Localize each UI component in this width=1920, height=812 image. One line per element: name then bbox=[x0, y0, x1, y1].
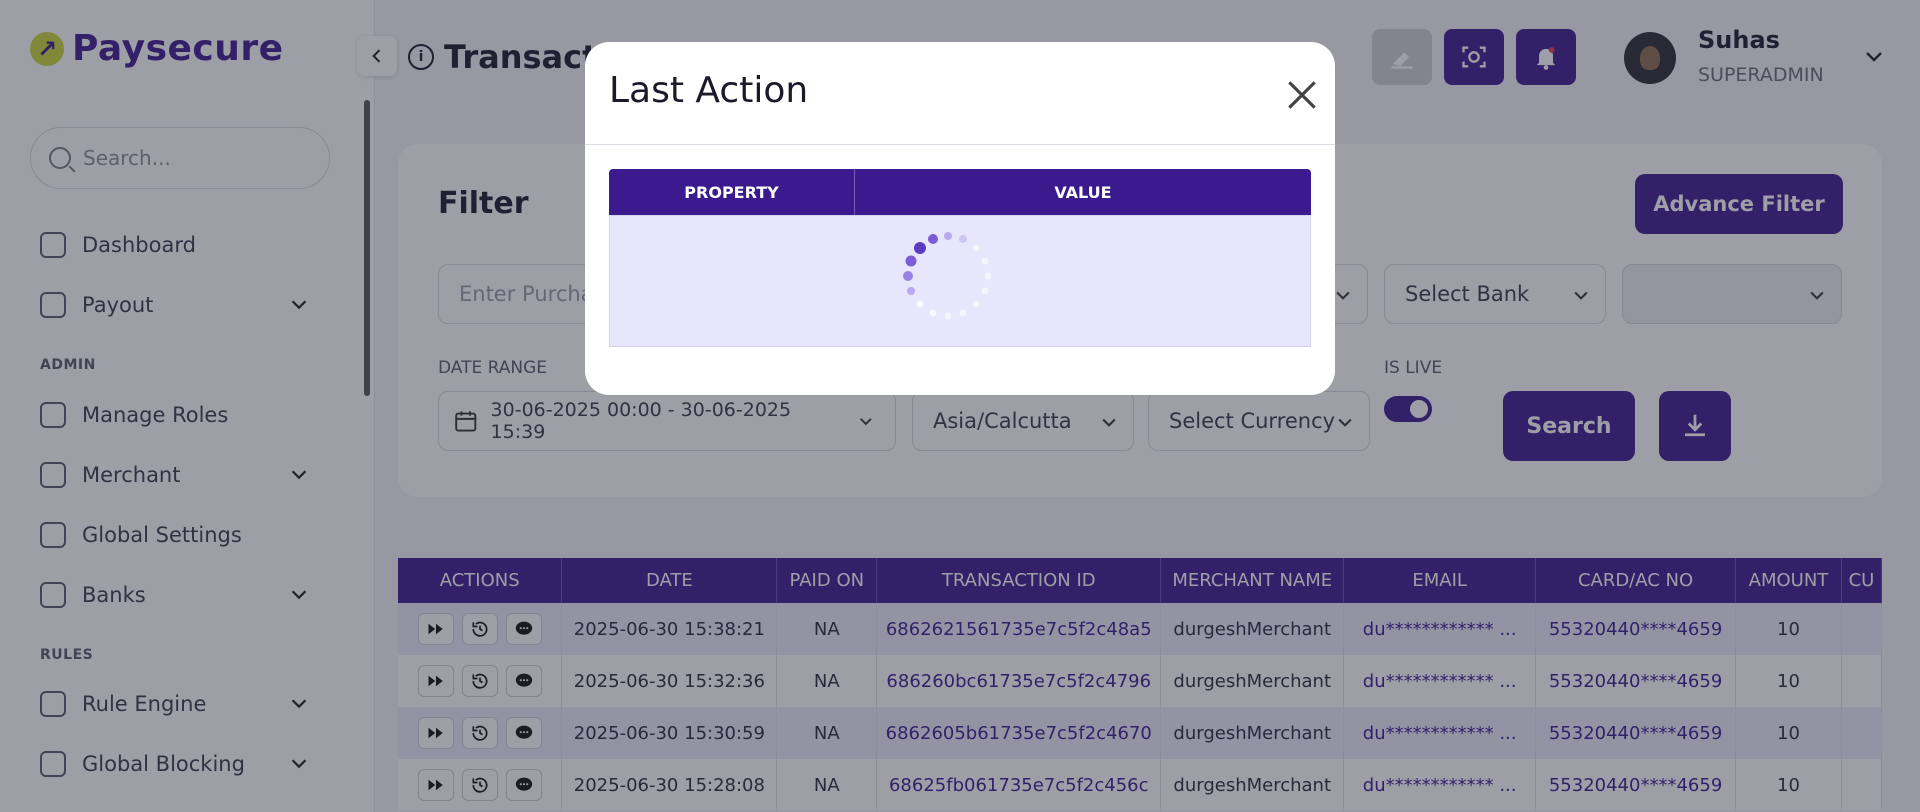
col-property: PROPERTY bbox=[609, 169, 855, 215]
modal-divider bbox=[585, 144, 1335, 145]
modal-property-table: PROPERTY VALUE bbox=[609, 169, 1311, 389]
loading-spinner-icon bbox=[903, 232, 992, 320]
close-icon[interactable] bbox=[1283, 76, 1321, 114]
col-value: VALUE bbox=[1054, 182, 1112, 202]
modal-table-header: PROPERTY VALUE bbox=[609, 169, 1311, 215]
modal-title: Last Action bbox=[609, 70, 809, 111]
modal-table-body bbox=[609, 215, 1311, 347]
last-action-modal: Last Action PROPERTY VALUE bbox=[585, 42, 1335, 395]
